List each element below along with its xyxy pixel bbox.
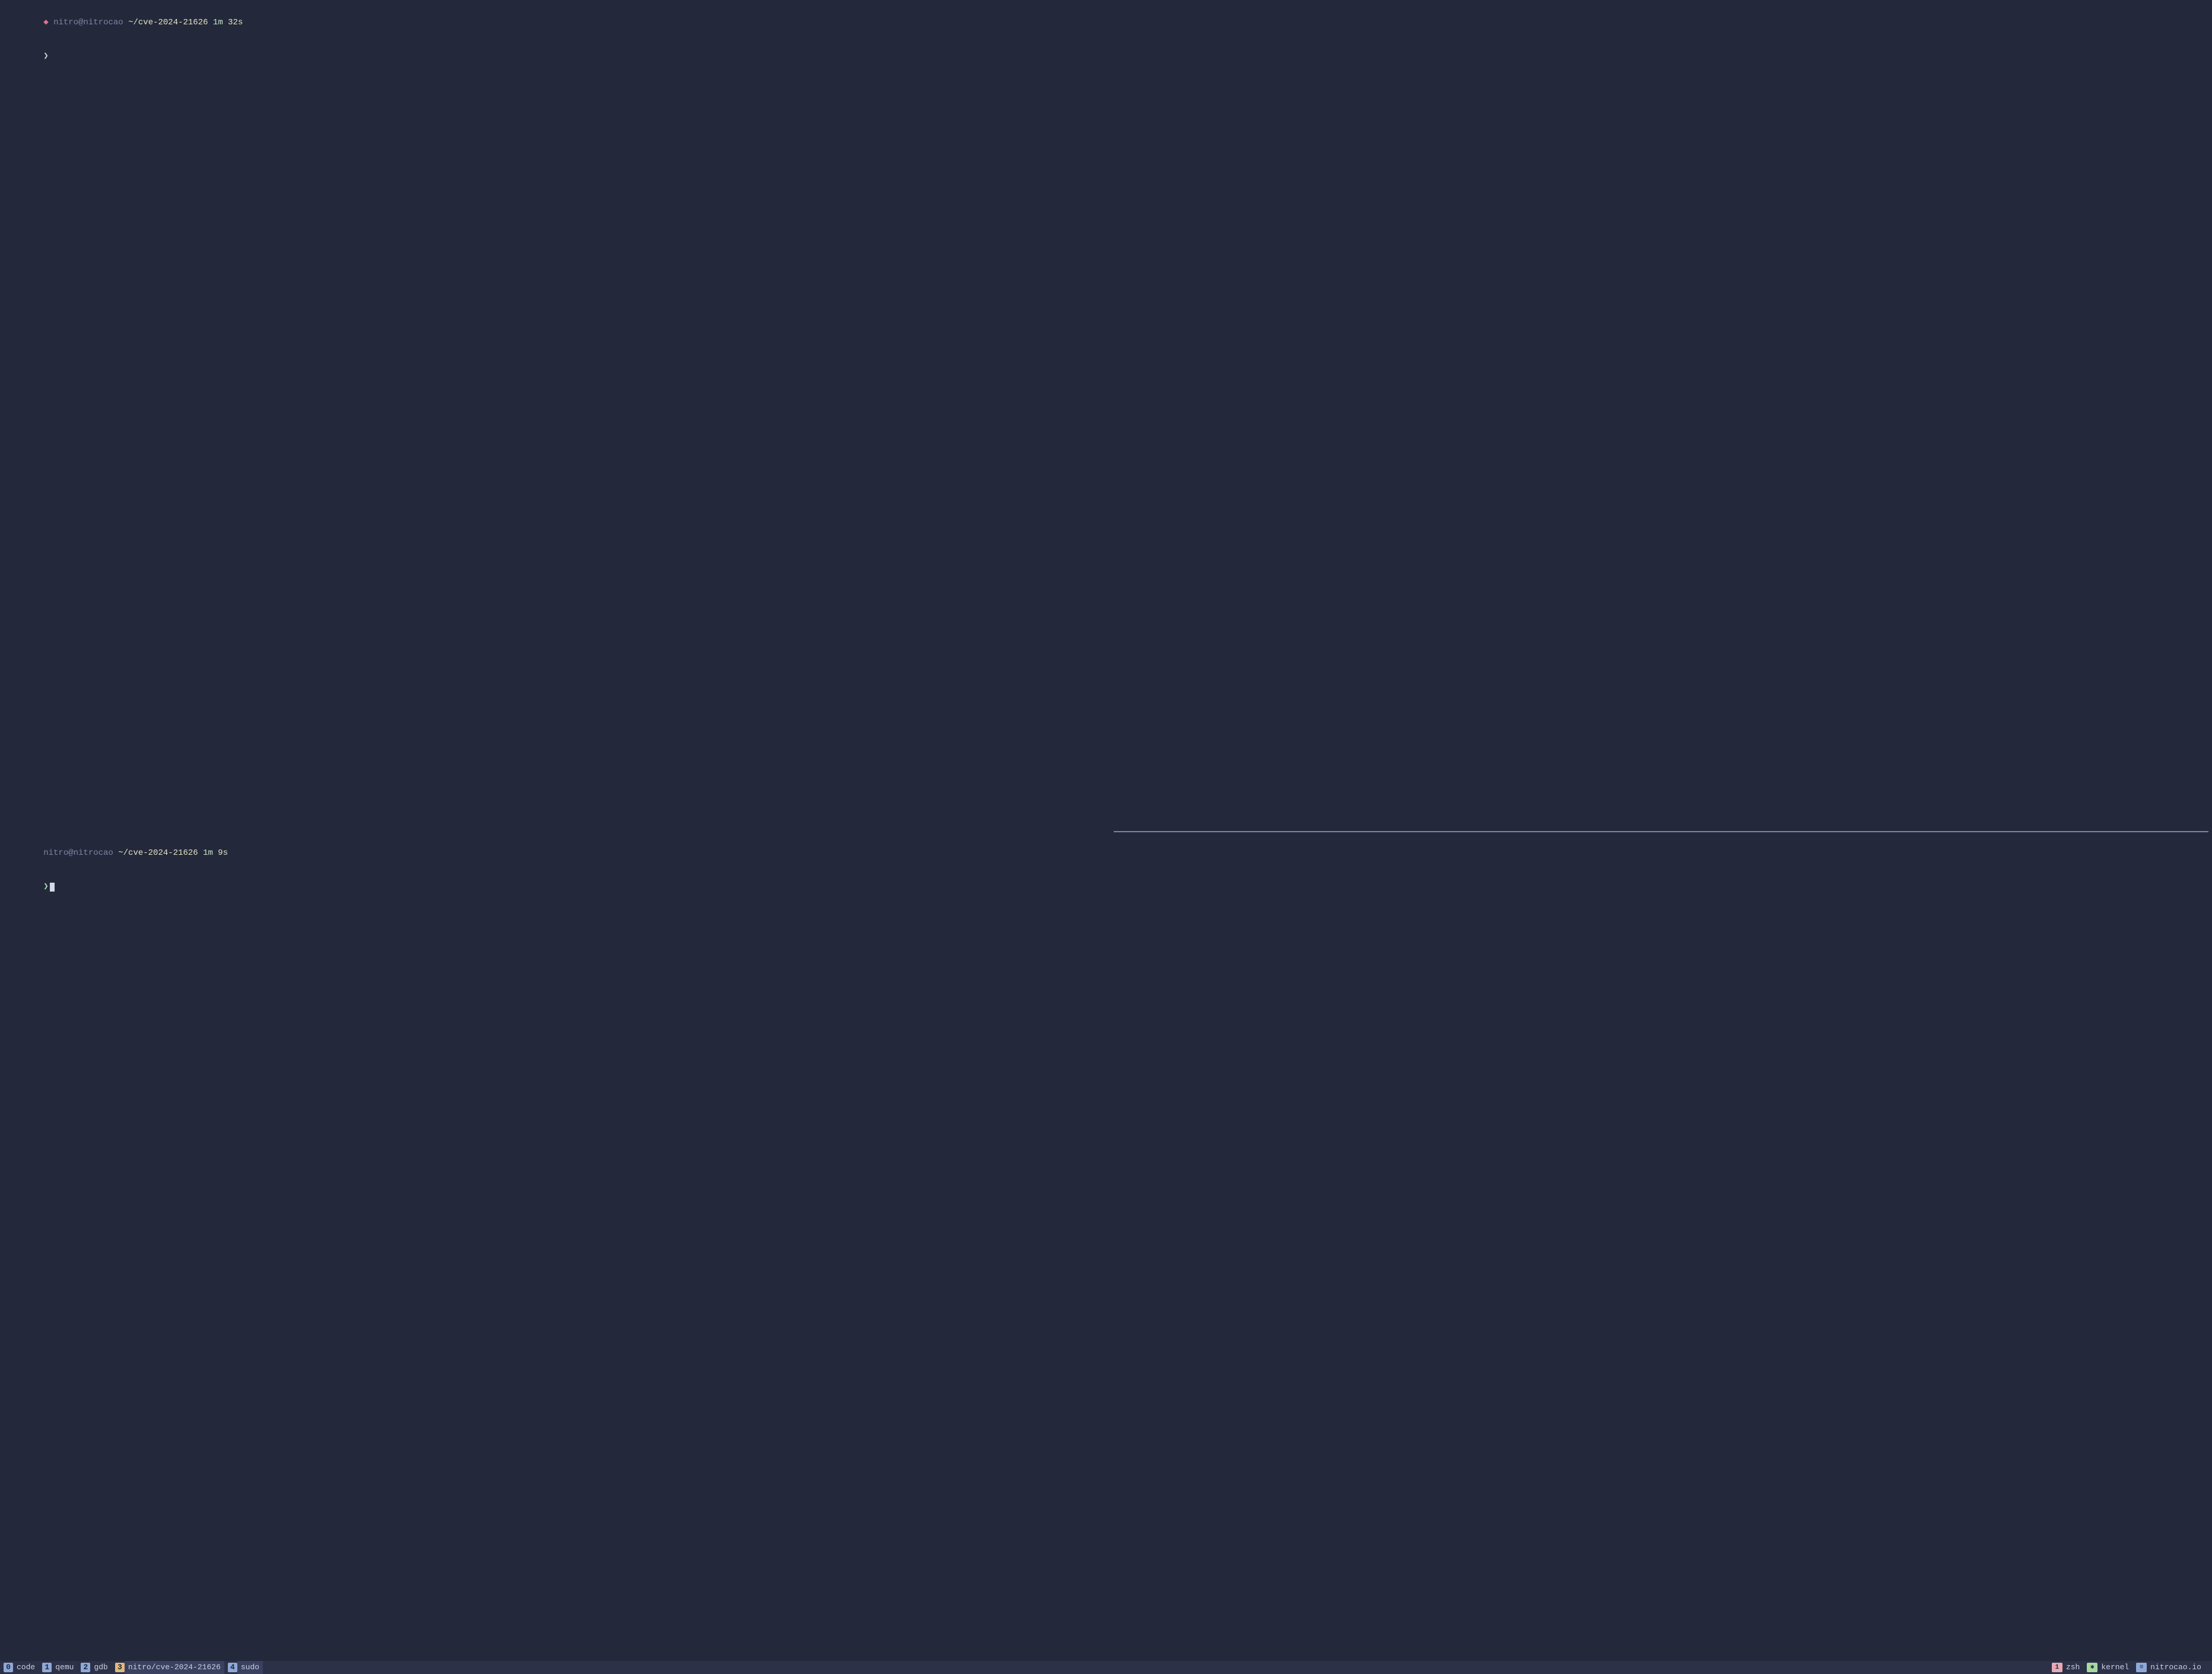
status-segment-label: zsh — [2062, 1661, 2083, 1674]
duration-sec: 9s — [218, 848, 228, 858]
user-host: nitro@nitrocao — [43, 848, 113, 858]
status-segment-icon: ≡ — [2136, 1663, 2147, 1672]
statusbar-right: 1zsh ✱kernel ≡nitrocao.io — [2052, 1661, 2208, 1674]
terminal-screen: ◆ nitro@nitrocao ~/cve-2024-21626 1m 32s… — [0, 0, 2212, 1674]
tmux-panes: ◆ nitro@nitrocao ~/cve-2024-21626 1m 32s… — [0, 0, 2212, 1661]
status-segment-label: nitrocao.io — [2147, 1661, 2205, 1674]
status-segment-icon: 1 — [2052, 1663, 2062, 1672]
cwd: ~/cve-2024-21626 — [128, 18, 208, 27]
window-tab-sudo[interactable]: 4sudo — [228, 1661, 263, 1674]
window-index-badge: 1 — [42, 1663, 52, 1672]
window-tab-qemu[interactable]: 1qemu — [42, 1661, 77, 1674]
status-segment-label: kernel — [2097, 1661, 2132, 1674]
window-label: code — [13, 1661, 39, 1674]
status-segment-icon: ✱ — [2087, 1663, 2097, 1672]
pane-top[interactable]: ◆ nitro@nitrocao ~/cve-2024-21626 1m 32s… — [0, 0, 2212, 831]
window-label: sudo — [237, 1661, 263, 1674]
window-tab-gdb[interactable]: 2gdb — [81, 1661, 111, 1674]
status-segment-kernel[interactable]: ✱kernel — [2087, 1661, 2132, 1674]
window-label: gdb — [90, 1661, 111, 1674]
duration-min: 1m — [203, 848, 213, 858]
prompt-caret-icon: ❯ — [43, 881, 48, 893]
window-label: nitro/cve-2024-21626 — [125, 1661, 224, 1674]
window-label: qemu — [52, 1661, 77, 1674]
cwd: ~/cve-2024-21626 — [118, 848, 198, 858]
statusbar-left: 0code1qemu 2gdb 3nitro/cve-2024-21626 4sudo — [4, 1661, 2052, 1674]
user-host: nitro@nitrocao — [53, 18, 123, 27]
window-index-badge: 2 — [81, 1663, 90, 1672]
cursor-icon — [50, 883, 55, 892]
window-tab-nitro-cve-2024-21626[interactable]: 3nitro/cve-2024-21626 — [115, 1661, 224, 1674]
prompt-line-bottom: nitro@nitrocao ~/cve-2024-21626 1m 9s — [4, 837, 2208, 871]
prompt-input-line-top[interactable]: ❯ — [4, 40, 2208, 74]
prompt-caret-icon: ❯ — [43, 51, 48, 62]
window-index-badge: 0 — [4, 1663, 13, 1672]
window-tab-code[interactable]: 0code — [4, 1661, 39, 1674]
prompt-line-top: ◆ nitro@nitrocao ~/cve-2024-21626 1m 32s — [4, 6, 2208, 40]
status-segment-zsh[interactable]: 1zsh — [2052, 1661, 2083, 1674]
tmux-statusbar: 0code1qemu2gdb3nitro/cve-2024-216264sudo… — [0, 1661, 2212, 1674]
pane-divider[interactable] — [1114, 831, 2208, 832]
status-segment-nitrocao-io[interactable]: ≡nitrocao.io — [2136, 1661, 2205, 1674]
prompt-input-line-bottom[interactable]: ❯ — [4, 870, 2208, 904]
duration-min: 1m — [213, 18, 223, 27]
window-index-badge: 3 — [115, 1663, 125, 1672]
window-index-badge: 4 — [228, 1663, 237, 1672]
status-indicator-icon: ◆ — [43, 18, 48, 27]
pane-bottom[interactable]: nitro@nitrocao ~/cve-2024-21626 1m 9s ❯ — [0, 831, 2212, 1662]
duration-sec: 32s — [228, 18, 243, 27]
